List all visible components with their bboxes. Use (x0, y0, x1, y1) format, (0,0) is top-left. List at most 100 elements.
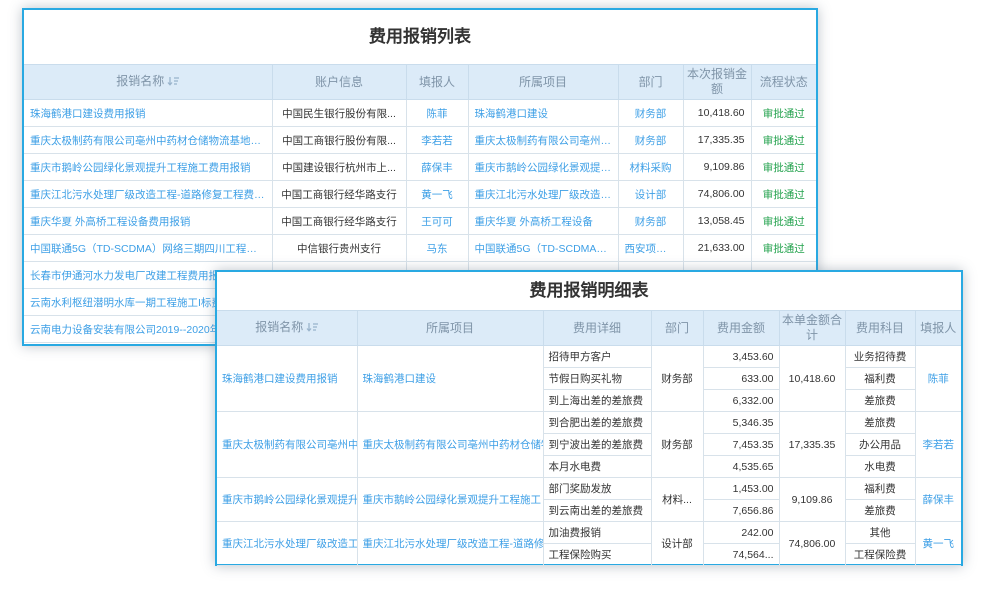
cell-amount: 242.00 (703, 522, 779, 544)
cell-category: 差旅费 (845, 500, 915, 522)
table-row: 重庆华夏 外高桥工程设备费用报销 中国工商银行经华路支行 王可可 重庆华夏 外高… (24, 208, 816, 235)
cell-project[interactable]: 重庆江北污水处理厂级改造工... (468, 181, 618, 208)
cell-category: 水电费 (845, 456, 915, 478)
cell-reporter[interactable]: 李若若 (406, 127, 468, 154)
cell-reimburse-name[interactable]: 珠海鹤港口建设费用报销 (24, 100, 272, 127)
status-badge: 审批通过 (751, 235, 816, 262)
cell-reporter[interactable]: 黄一飞 (406, 181, 468, 208)
detail-col-header-total: 本单金额合计 (779, 311, 845, 346)
cell-expense-detail: 加油费报销 (543, 522, 651, 544)
cell-dept[interactable]: 财务部 (618, 127, 683, 154)
table-row: 中国联通5G（TD-SCDMA）网络三期四川工程费... 中信银行贵州支行 马东… (24, 235, 816, 262)
cell-project[interactable]: 重庆太极制药有限公司亳州中... (468, 127, 618, 154)
cell-reimburse-name[interactable]: 重庆太极制药有限公司亳州中药材仓储物流基地项... (24, 127, 272, 154)
cell-project[interactable]: 重庆华夏 外高桥工程设备 (468, 208, 618, 235)
cell-dept[interactable]: 设计部 (618, 181, 683, 208)
table-row: 重庆太极制药有限公司亳州中药材仓储物流基地项... 中国工商银行股份有限... … (24, 127, 816, 154)
status-badge: 审批通过 (751, 181, 816, 208)
cell-amount: 4,535.65 (703, 456, 779, 478)
cell-category: 福利费 (845, 368, 915, 390)
list-col-header-status: 流程状态 (751, 65, 816, 100)
cell-amount: 6,332.00 (703, 390, 779, 412)
cell-expense-detail: 工程保险购买 (543, 544, 651, 566)
cell-amount: 633.00 (703, 368, 779, 390)
list-col-header-account: 账户信息 (272, 65, 406, 100)
list-col-header-name[interactable]: 报销名称 (24, 65, 272, 100)
sort-icon[interactable] (167, 75, 179, 90)
cell-project[interactable]: 中国联通5G（TD-SCDMA）网... (468, 235, 618, 262)
cell-project[interactable]: 重庆市鹅岭公园绿化景观提升工程施工 (357, 478, 543, 522)
cell-amount: 21,633.00 (683, 235, 751, 262)
detail-row: 重庆江北污水处理厂级改造工程-道路修复工程重庆江北污水处理厂级改造工程-道路修复… (217, 522, 961, 544)
cell-account: 中国工商银行股份有限... (272, 127, 406, 154)
cell-reporter[interactable]: 陈菲 (406, 100, 468, 127)
cell-project[interactable]: 重庆太极制药有限公司亳州中药材仓储物流基地 (357, 412, 543, 478)
cell-amount: 7,656.86 (703, 500, 779, 522)
cell-amount: 74,806.00 (683, 181, 751, 208)
table-row: 重庆市鹅岭公园绿化景观提升工程施工费用报销 中国建设银行杭州市上... 薛保丰 … (24, 154, 816, 181)
detail-row: 重庆市鹅岭公园绿化景观提升工程施工费用报销重庆市鹅岭公园绿化景观提升工程施工部门… (217, 478, 961, 500)
cell-category: 差旅费 (845, 390, 915, 412)
detail-col-header-name[interactable]: 报销名称 (217, 311, 357, 346)
cell-amount: 3,453.60 (703, 346, 779, 368)
status-badge: 审批通过 (751, 100, 816, 127)
cell-expense-detail: 到云南出差的差旅费 (543, 500, 651, 522)
cell-dept[interactable]: 财务部 (618, 208, 683, 235)
cell-expense-detail: 节假日购买礼物 (543, 368, 651, 390)
detail-col-header-category: 费用科目 (845, 311, 915, 346)
cell-reporter[interactable]: 薛保丰 (915, 478, 961, 522)
cell-reporter[interactable]: 薛保丰 (406, 154, 468, 181)
cell-category: 差旅费 (845, 412, 915, 434)
cell-reporter[interactable]: 马东 (406, 235, 468, 262)
cell-expense-detail: 到上海出差的差旅费 (543, 390, 651, 412)
cell-dept[interactable]: 材料采购 (618, 154, 683, 181)
cell-project[interactable]: 珠海鹤港口建设 (468, 100, 618, 127)
cell-amount: 9,109.86 (683, 154, 751, 181)
cell-project[interactable]: 重庆市鹅岭公园绿化景观提升... (468, 154, 618, 181)
cell-reimburse-name[interactable]: 中国联通5G（TD-SCDMA）网络三期四川工程费... (24, 235, 272, 262)
table-row: 重庆江北污水处理厂级改造工程-道路修复工程费用... 中国工商银行经华路支行 黄… (24, 181, 816, 208)
detail-header-row: 报销名称 所属项目 费用详细 部门 费用金额 本单金额合计 费用科目 填报人 (217, 311, 961, 346)
cell-reimburse-name[interactable]: 重庆市鹅岭公园绿化景观提升工程施工费用报销 (217, 478, 357, 522)
list-header-row: 报销名称 账户信息 填报人 所属项目 部门 本次报销金额 流程状态 (24, 65, 816, 100)
cell-reporter[interactable]: 王可可 (406, 208, 468, 235)
cell-account: 中国工商银行经华路支行 (272, 208, 406, 235)
cell-dept: 财务部 (651, 412, 703, 478)
status-badge: 审批通过 (751, 154, 816, 181)
list-col-header-project: 所属项目 (468, 65, 618, 100)
cell-reimburse-name[interactable]: 重庆市鹅岭公园绿化景观提升工程施工费用报销 (24, 154, 272, 181)
cell-category: 福利费 (845, 478, 915, 500)
cell-dept: 材料... (651, 478, 703, 522)
detail-col-header-reporter: 填报人 (915, 311, 961, 346)
cell-total-amount: 17,335.35 (779, 412, 845, 478)
cell-dept[interactable]: 财务部 (618, 100, 683, 127)
cell-reporter[interactable]: 黄一飞 (915, 522, 961, 566)
detail-col-header-detail: 费用详细 (543, 311, 651, 346)
cell-reporter[interactable]: 陈菲 (915, 346, 961, 412)
detail-row: 珠海鹤港口建设费用报销珠海鹤港口建设招待甲方客户财务部3,453.6010,41… (217, 346, 961, 368)
cell-reporter[interactable]: 李若若 (915, 412, 961, 478)
cell-amount: 1,453.00 (703, 478, 779, 500)
cell-amount: 10,418.60 (683, 100, 751, 127)
cell-total-amount: 9,109.86 (779, 478, 845, 522)
status-badge: 审批通过 (751, 127, 816, 154)
cell-reimburse-name[interactable]: 重庆江北污水处理厂级改造工程-道路修复工程费用... (24, 181, 272, 208)
cell-reimburse-name[interactable]: 重庆华夏 外高桥工程设备费用报销 (24, 208, 272, 235)
status-badge: 审批通过 (751, 208, 816, 235)
sort-icon[interactable] (306, 321, 318, 336)
cell-expense-detail: 到宁波出差的差旅费 (543, 434, 651, 456)
cell-project[interactable]: 珠海鹤港口建设 (357, 346, 543, 412)
cell-category: 其他 (845, 522, 915, 544)
cell-expense-detail: 本月水电费 (543, 456, 651, 478)
cell-reimburse-name[interactable]: 珠海鹤港口建设费用报销 (217, 346, 357, 412)
cell-account: 中信银行贵州支行 (272, 235, 406, 262)
cell-expense-detail: 到合肥出差的差旅费 (543, 412, 651, 434)
cell-project[interactable]: 重庆江北污水处理厂级改造工程-道路修复工程 (357, 522, 543, 566)
cell-total-amount: 74,806.00 (779, 522, 845, 566)
cell-amount: 5,346.35 (703, 412, 779, 434)
cell-account: 中国民生银行股份有限... (272, 100, 406, 127)
cell-expense-detail: 部门奖励发放 (543, 478, 651, 500)
cell-dept[interactable]: 西安项目部 (618, 235, 683, 262)
cell-reimburse-name[interactable]: 重庆江北污水处理厂级改造工程-道路修复工程 (217, 522, 357, 566)
cell-reimburse-name[interactable]: 重庆太极制药有限公司亳州中药材仓储物流 (217, 412, 357, 478)
